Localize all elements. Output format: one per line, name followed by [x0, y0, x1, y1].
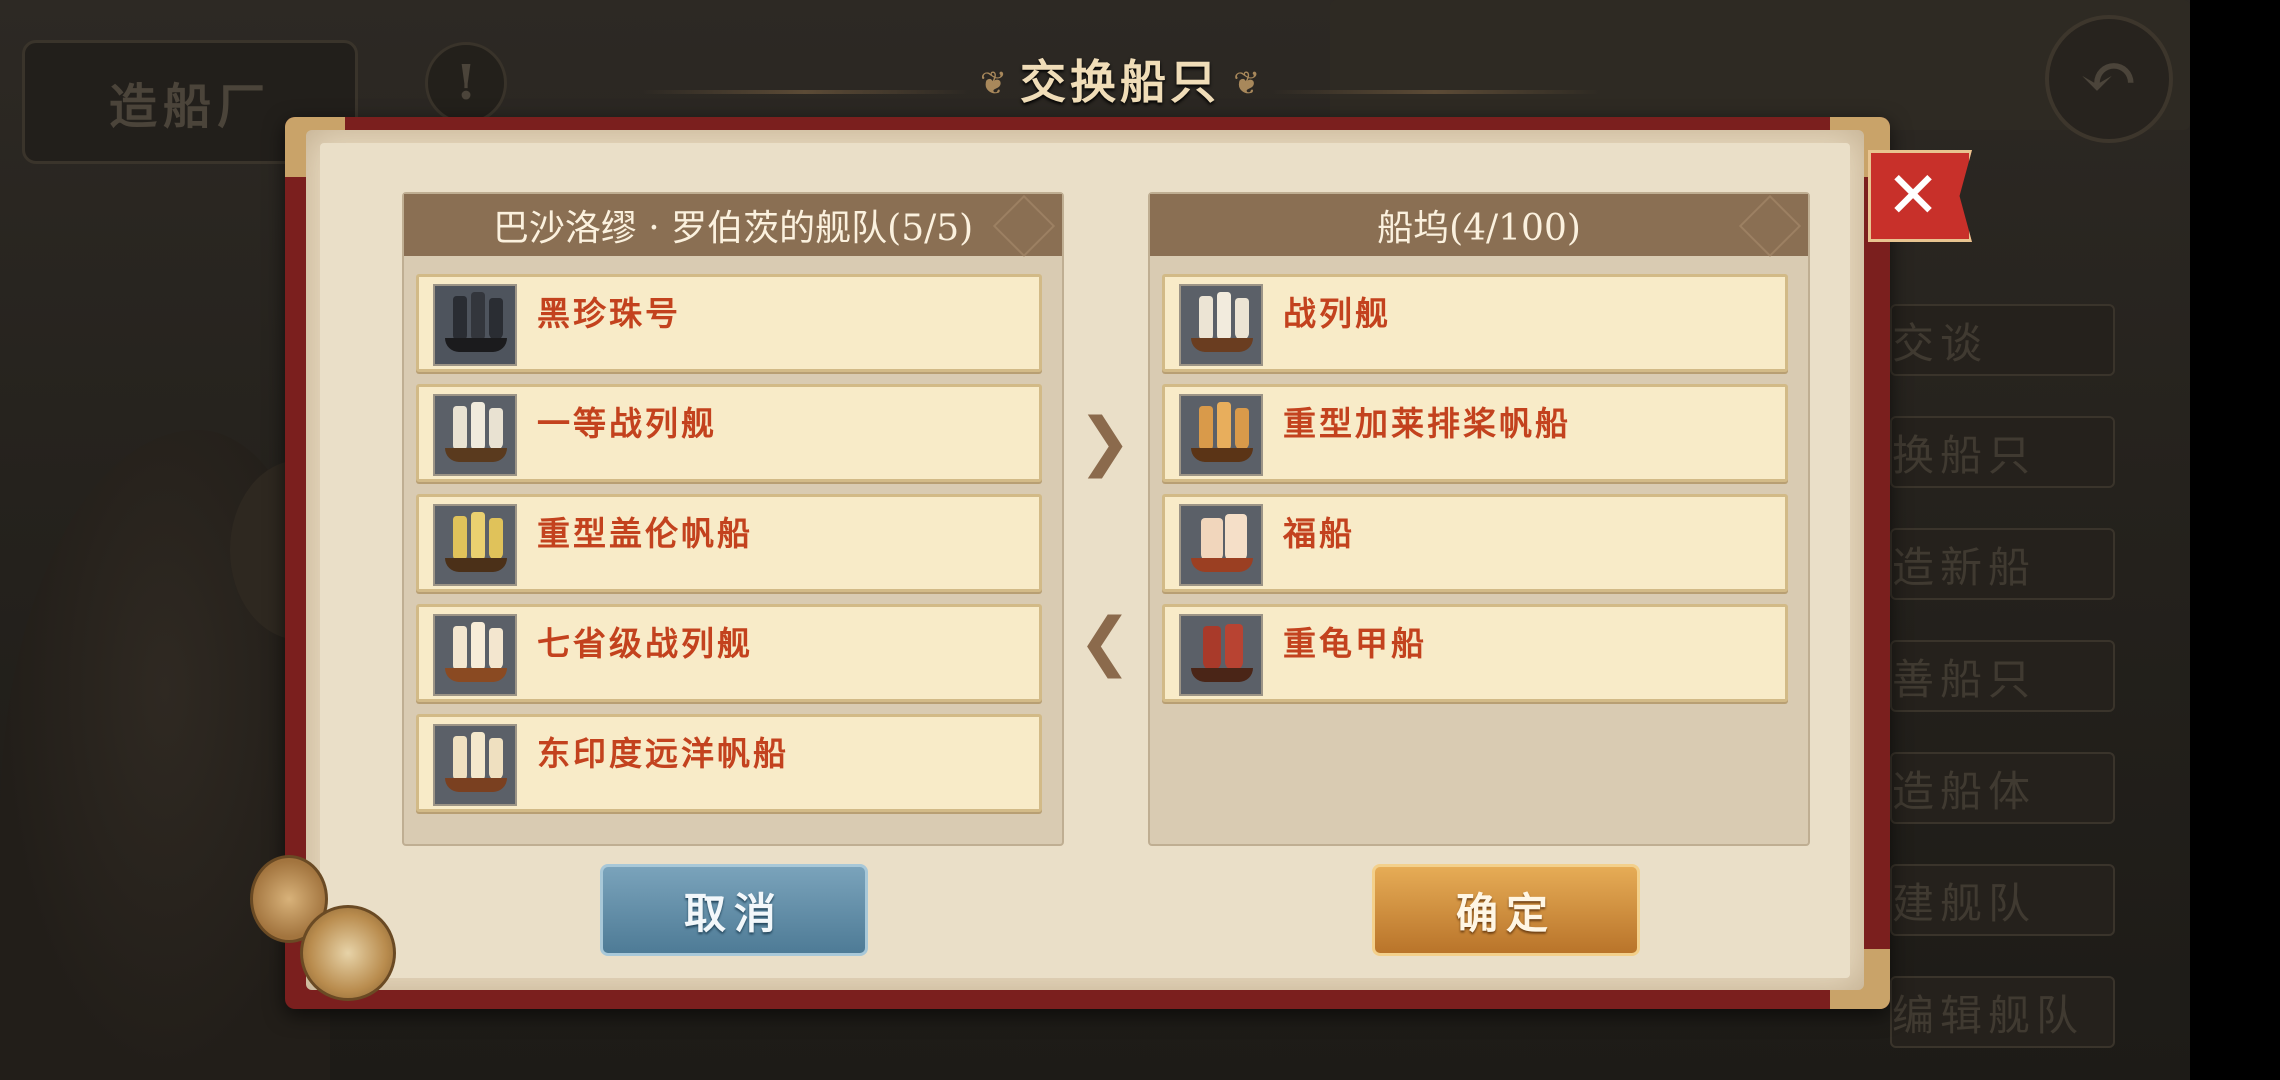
side-menu-build: 造新船 [1890, 528, 2115, 600]
dock-ship-slot[interactable]: 战列舰 [1162, 274, 1788, 372]
dock-ship-slot[interactable]: 重龟甲船 [1162, 604, 1788, 702]
move-to-fleet-arrow-icon[interactable]: ❮ [1078, 605, 1132, 679]
fleet-ship-slot[interactable]: 七省级战列舰 [416, 604, 1042, 702]
header-ornament-icon [1738, 194, 1802, 258]
ship-of-the-line-icon [433, 394, 517, 476]
dock-panel: 船坞(4/100) 战列舰 重型加莱排桨帆船 福船 重龟甲船 [1148, 192, 1810, 846]
move-to-dock-arrow-icon[interactable]: ❯ [1078, 405, 1132, 479]
fleet-ship-slot[interactable]: 一等战列舰 [416, 384, 1042, 482]
fleet-panel: 巴沙洛缪 · 罗伯茨的舰队(5/5) 黑珍珠号 一等战列舰 重型盖伦帆船 七省级… [402, 192, 1064, 846]
dock-panel-title: 船坞(4/100) [1377, 208, 1581, 249]
ship-name: 一等战列舰 [537, 404, 717, 443]
side-menu-talk: 交谈 [1890, 304, 2115, 376]
ship-name: 东印度远洋帆船 [537, 734, 789, 773]
yellow-sail-galleon-icon [433, 504, 517, 586]
screen-edge-strip [2190, 0, 2280, 1080]
side-menu-improve: 善船只 [1890, 640, 2115, 712]
ship-name: 重型加莱排桨帆船 [1283, 404, 1571, 443]
side-menu-hull: 造船体 [1890, 752, 2115, 824]
dock-ship-slot[interactable]: 重型加莱排桨帆船 [1162, 384, 1788, 482]
side-menu-label: 善船只 [1892, 654, 2037, 704]
side-menu-exchange: 换船只 [1890, 416, 2115, 488]
black-sail-ship-icon [433, 284, 517, 366]
dialog-title: 交换船只 [1020, 55, 1220, 109]
back-arrow-icon[interactable]: ↶ [2045, 15, 2173, 143]
turtle-ship-icon [1179, 614, 1263, 696]
ship-name: 战列舰 [1283, 294, 1391, 333]
dock-panel-header: 船坞(4/100) [1150, 194, 1808, 258]
fuchuan-junk-icon [1179, 504, 1263, 586]
confirm-button[interactable]: 确定 [1372, 864, 1640, 956]
side-menu-label: 造新船 [1892, 542, 2037, 592]
fleet-ship-slot[interactable]: 东印度远洋帆船 [416, 714, 1042, 812]
side-menu-label: 编辑舰队 [1892, 990, 2085, 1040]
warship-icon [1179, 284, 1263, 366]
close-button[interactable]: ✕ [1868, 150, 1972, 242]
side-menu-label: 换船只 [1892, 430, 2037, 480]
ship-name: 重龟甲船 [1283, 624, 1427, 663]
east-indiaman-icon [433, 724, 517, 806]
side-menu-edit-fleet: 编辑舰队 [1890, 976, 2115, 1048]
warning-icon: ! [425, 42, 507, 124]
dialog-title-bar: ❦ ❦ 交换船只 [640, 46, 1600, 112]
white-sail-warship-icon [433, 614, 517, 696]
ship-name: 七省级战列舰 [537, 624, 753, 663]
header-ornament-icon [992, 194, 1056, 258]
compass-icon [300, 905, 396, 1001]
side-menu-label: 交谈 [1892, 318, 1989, 368]
galley-icon [1179, 394, 1263, 476]
fleet-panel-header: 巴沙洛缪 · 罗伯茨的舰队(5/5) [404, 194, 1062, 258]
fleet-panel-title: 巴沙洛缪 · 罗伯茨的舰队(5/5) [492, 208, 974, 249]
ship-name: 重型盖伦帆船 [537, 514, 753, 553]
dock-ship-slot[interactable]: 福船 [1162, 494, 1788, 592]
close-icon: ✕ [1886, 159, 1940, 233]
side-menu-label: 造船体 [1892, 766, 2037, 816]
cancel-button[interactable]: 取消 [600, 864, 868, 956]
fleet-ship-slot[interactable]: 黑珍珠号 [416, 274, 1042, 372]
side-menu-label: 建舰队 [1892, 878, 2037, 928]
ship-name: 福船 [1283, 514, 1355, 553]
side-menu-fleet: 建舰队 [1890, 864, 2115, 936]
ship-name: 黑珍珠号 [537, 294, 681, 333]
fleet-ship-slot[interactable]: 重型盖伦帆船 [416, 494, 1042, 592]
